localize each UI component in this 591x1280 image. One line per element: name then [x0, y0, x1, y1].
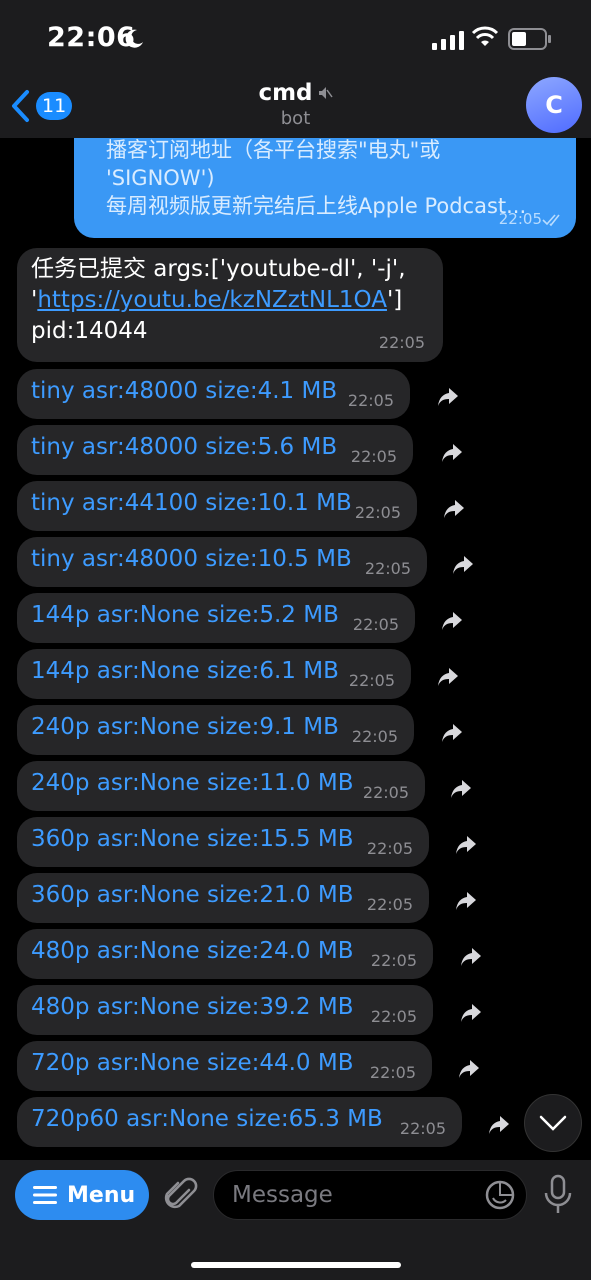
wifi-icon	[471, 26, 499, 46]
menu-label: Menu	[67, 1182, 136, 1208]
format-option-label[interactable]: tiny asr:48000 size:5.6 MB	[31, 434, 337, 460]
youtube-link[interactable]: https://youtu.be/kzNZztNL1OA	[37, 287, 387, 313]
format-option-message[interactable]: 144p asr:None size:5.2 MB 22:05	[17, 593, 415, 643]
format-option-label[interactable]: tiny asr:48000 size:10.5 MB	[31, 546, 352, 572]
chat-title: cmd	[258, 80, 333, 106]
message-time: 22:05	[498, 210, 542, 228]
message-input[interactable]	[213, 1170, 527, 1220]
format-option-message[interactable]: 240p asr:None size:11.0 MB 22:05	[17, 761, 425, 811]
chevron-down-icon	[539, 1115, 567, 1131]
format-option-label[interactable]: tiny asr:44100 size:10.1 MB	[31, 490, 352, 516]
outgoing-message-line: 'SIGNOW')	[106, 166, 215, 190]
format-option-label[interactable]: 240p asr:None size:11.0 MB	[31, 770, 354, 796]
message-time: 22:05	[352, 615, 399, 634]
format-option-message[interactable]: 480p asr:None size:39.2 MB 22:05	[17, 985, 433, 1035]
format-option-label[interactable]: 144p asr:None size:6.1 MB	[31, 658, 339, 684]
message-time: 22:05	[399, 1119, 446, 1138]
forward-icon[interactable]	[443, 499, 465, 519]
message-time: 22:05	[362, 783, 409, 802]
forward-icon[interactable]	[437, 387, 459, 407]
task-message-line: pid:14044	[31, 318, 148, 344]
chat-title-text: cmd	[258, 80, 313, 106]
forward-icon[interactable]	[460, 1003, 482, 1023]
format-option-label[interactable]: 360p asr:None size:15.5 MB	[31, 826, 354, 852]
task-message-line: 'https://youtu.be/kzNZztNL1OA']	[31, 285, 429, 316]
chat-subtitle: bot	[280, 108, 311, 129]
format-option-message[interactable]: 720p asr:None size:44.0 MB 22:05	[17, 1041, 432, 1091]
format-option-message[interactable]: tiny asr:48000 size:4.1 MB 22:05	[17, 369, 410, 419]
forward-icon[interactable]	[441, 611, 463, 631]
moon-icon	[125, 29, 143, 48]
home-indicator	[191, 1262, 401, 1268]
menu-button[interactable]: Menu	[15, 1170, 149, 1220]
format-option-message[interactable]: 720p60 asr:None size:65.3 MB 22:05	[17, 1097, 462, 1147]
message-time: 22:05	[369, 1063, 416, 1082]
unread-count-badge: 11	[36, 92, 73, 120]
message-time: 22:05	[370, 951, 417, 970]
forward-icon[interactable]	[455, 891, 477, 911]
message-time: 22:05	[351, 727, 398, 746]
outgoing-message[interactable]: 播客订阅地址（各平台搜索"电丸"或 'SIGNOW') 每周视频版更新完结后上线…	[74, 138, 576, 238]
battery-icon	[508, 28, 551, 50]
format-option-message[interactable]: 360p asr:None size:15.5 MB 22:05	[17, 817, 429, 867]
chat-header: cmd bot 11 C	[0, 77, 591, 138]
message-list[interactable]: 播客订阅地址（各平台搜索"电丸"或 'SIGNOW') 每周视频版更新完结后上线…	[0, 138, 591, 1160]
forward-icon[interactable]	[441, 443, 463, 463]
paperclip-icon[interactable]	[162, 1176, 200, 1216]
avatar-letter: C	[545, 91, 563, 119]
forward-icon[interactable]	[437, 667, 459, 687]
format-option-message[interactable]: 480p asr:None size:24.0 MB 22:05	[17, 929, 433, 979]
message-time: 22:05	[378, 333, 425, 352]
message-time: 22:05	[370, 1007, 417, 1026]
chevron-left-icon	[12, 90, 29, 122]
format-option-label[interactable]: 240p asr:None size:9.1 MB	[31, 714, 339, 740]
forward-icon[interactable]	[452, 555, 474, 575]
double-check-icon	[542, 214, 560, 227]
format-option-label[interactable]: 720p asr:None size:44.0 MB	[31, 1050, 354, 1076]
menu-icon	[33, 1186, 57, 1204]
mute-icon	[318, 87, 333, 99]
scroll-down-button[interactable]	[524, 1094, 582, 1152]
microphone-icon[interactable]	[543, 1174, 573, 1216]
format-option-label[interactable]: 360p asr:None size:21.0 MB	[31, 882, 354, 908]
format-option-message[interactable]: tiny asr:48000 size:5.6 MB 22:05	[17, 425, 413, 475]
format-option-message[interactable]: tiny asr:48000 size:10.5 MB 22:05	[17, 537, 427, 587]
task-text: ']	[386, 287, 403, 313]
forward-icon[interactable]	[488, 1115, 510, 1135]
format-option-message[interactable]: tiny asr:44100 size:10.1 MB 22:05	[17, 481, 417, 531]
format-option-message[interactable]: 360p asr:None size:21.0 MB 22:05	[17, 873, 429, 923]
outgoing-message-line: 播客订阅地址（各平台搜索"电丸"或	[106, 138, 441, 162]
forward-icon[interactable]	[455, 835, 477, 855]
signal-icon	[432, 31, 464, 50]
format-option-label[interactable]: 480p asr:None size:24.0 MB	[31, 938, 354, 964]
back-button[interactable]: 11	[8, 86, 73, 126]
message-time: 22:05	[366, 839, 413, 858]
message-time: 22:05	[354, 503, 401, 522]
forward-icon[interactable]	[458, 1059, 480, 1079]
message-time: 22:05	[348, 671, 395, 690]
task-message[interactable]: 任务已提交 args:['youtube-dl', '-j', 'https:/…	[17, 248, 443, 362]
outgoing-message-line: 每周视频版更新完结后上线Apple Podcast...	[106, 194, 527, 218]
task-message-line: 任务已提交 args:['youtube-dl', '-j',	[31, 256, 406, 282]
message-time: 22:05	[364, 559, 411, 578]
input-bar: Menu	[0, 1160, 591, 1280]
format-option-message[interactable]: 240p asr:None size:9.1 MB 22:05	[17, 705, 414, 755]
forward-icon[interactable]	[441, 723, 463, 743]
message-time: 22:05	[347, 391, 394, 410]
message-time: 22:05	[366, 895, 413, 914]
forward-icon[interactable]	[460, 947, 482, 967]
format-option-label[interactable]: tiny asr:48000 size:4.1 MB	[31, 378, 337, 404]
avatar[interactable]: C	[526, 77, 582, 133]
forward-icon[interactable]	[450, 779, 472, 799]
status-bar: 22:06	[0, 0, 591, 80]
format-option-message[interactable]: 144p asr:None size:6.1 MB 22:05	[17, 649, 411, 699]
message-time: 22:05	[350, 447, 397, 466]
chat-title-area[interactable]: cmd bot	[0, 80, 591, 129]
sticker-icon[interactable]	[484, 1179, 516, 1211]
format-option-label[interactable]: 480p asr:None size:39.2 MB	[31, 994, 354, 1020]
format-option-label[interactable]: 720p60 asr:None size:65.3 MB	[31, 1106, 383, 1132]
format-option-label[interactable]: 144p asr:None size:5.2 MB	[31, 602, 339, 628]
